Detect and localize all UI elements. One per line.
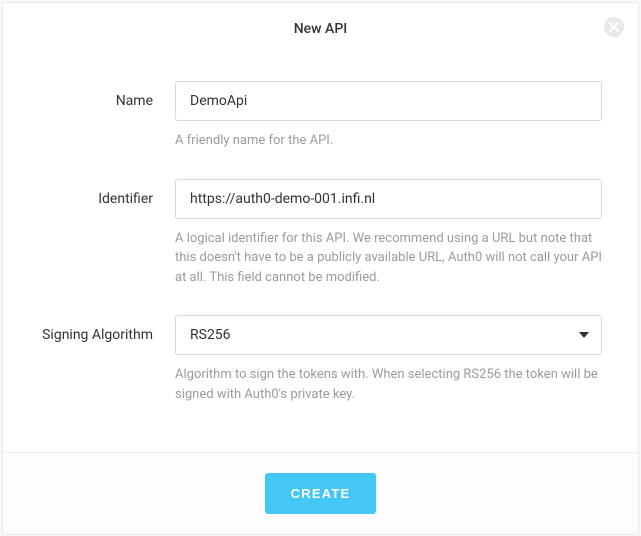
name-label: Name <box>39 81 175 109</box>
modal-title: New API <box>3 21 638 37</box>
create-button[interactable]: CREATE <box>265 473 377 514</box>
field-signing-algorithm: Signing Algorithm RS256 Algorithm to sig… <box>39 315 602 404</box>
field-identifier: Identifier A logical identifier for this… <box>39 179 602 288</box>
identifier-input[interactable] <box>175 179 602 219</box>
close-button[interactable] <box>604 17 624 37</box>
close-icon <box>609 20 619 35</box>
modal-footer: CREATE <box>3 452 638 534</box>
modal-body: Name A friendly name for the API. Identi… <box>3 51 638 452</box>
identifier-help: A logical identifier for this API. We re… <box>175 229 602 288</box>
signing-algorithm-label: Signing Algorithm <box>39 315 175 343</box>
field-name: Name A friendly name for the API. <box>39 81 602 151</box>
name-input[interactable] <box>175 81 602 121</box>
signing-algorithm-help: Algorithm to sign the tokens with. When … <box>175 365 602 404</box>
new-api-modal: New API Name A friendly name for the API… <box>2 2 639 535</box>
signing-algorithm-select[interactable]: RS256 <box>175 315 602 355</box>
identifier-label: Identifier <box>39 179 175 207</box>
name-help: A friendly name for the API. <box>175 131 602 151</box>
modal-header: New API <box>3 3 638 51</box>
